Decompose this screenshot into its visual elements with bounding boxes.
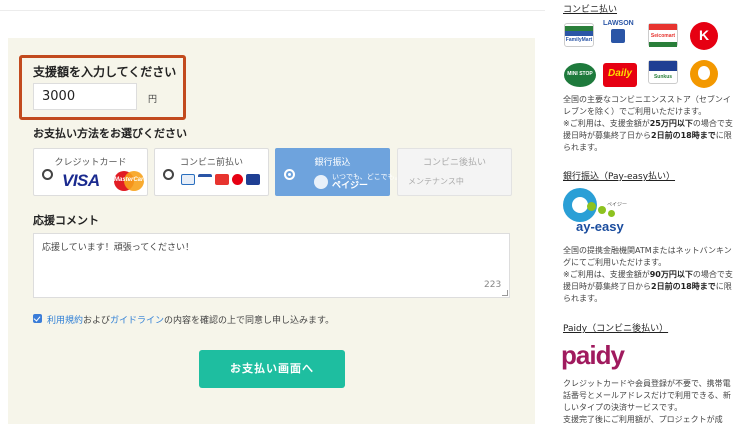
paidy-logo: paidy	[561, 340, 625, 370]
familymart-logo: FamilyMart	[564, 23, 594, 47]
amount-unit: 円	[148, 95, 158, 105]
amount-label: 支援額を入力してください	[33, 65, 177, 79]
credit-card-radio[interactable]	[42, 169, 53, 180]
credit-card-title: クレジットカード	[54, 158, 127, 168]
textarea-resize-handle[interactable]	[502, 290, 508, 296]
mastercard-logo: MasterCard	[114, 171, 147, 191]
guideline-link[interactable]: ガイドライン	[110, 316, 164, 326]
seicomart-logo: Seicomart	[648, 23, 678, 47]
agree-checkbox[interactable]	[33, 314, 42, 323]
sidebar-link-paidy[interactable]: Paidy（コンビニ後払い）	[563, 321, 668, 334]
sunkus-logo: Sunkus	[648, 60, 678, 84]
comment-char-counter: 223	[484, 280, 502, 290]
comment-textarea[interactable]: 応援しています！頑張ってください！	[33, 233, 510, 298]
comment-heading: 応援コメント	[33, 214, 99, 227]
payment-option-bank-transfer[interactable]: 銀行振込 いつでも、どこでも。 ペイジー	[275, 148, 402, 196]
payment-option-convenience-prepay[interactable]: コンビニ前払い	[154, 148, 269, 196]
convenience-prepay-radio[interactable]	[163, 169, 174, 180]
sidebar-link-payeasy[interactable]: 銀行振込（Pay-easy払い）	[563, 169, 675, 182]
maintenance-note: メンテナンス中	[408, 177, 464, 186]
lawson-logo: LAWSON	[603, 19, 634, 43]
convenience-prepay-title: コンビニ前払い	[179, 158, 243, 168]
convenience-store-logos	[181, 174, 260, 185]
amount-input[interactable]: 3000	[33, 83, 137, 110]
convenience-description: 全国の主要なコンビニエンスストア（セブンイレブンを除く）でご利用いただけます。 …	[563, 95, 733, 152]
ministop-logo: MINI STOP	[564, 63, 596, 87]
bank-transfer-radio[interactable]	[284, 169, 295, 180]
visa-logo: VISA	[62, 171, 100, 190]
top-divider	[0, 10, 545, 11]
terms-link[interactable]: 利用規約	[47, 316, 83, 326]
payeasy-description: 全国の提携金融機関ATMまたはネットバンキングにてご利用いただけます。 ※ご利用…	[563, 246, 733, 303]
daily-yamazaki-logo: Daily	[603, 63, 637, 87]
agree-text: 利用規約およびガイドラインの内容を確認の上で同意し申し込みます。	[47, 316, 335, 326]
convenience-postpay-title: コンビニ後払い	[422, 158, 486, 168]
submit-payment-button[interactable]: お支払い画面へ	[199, 350, 345, 388]
sidebar-link-convenience[interactable]: コンビニ払い	[563, 2, 617, 15]
payeasy-logo-small: いつでも、どこでも。 ペイジー	[314, 173, 402, 191]
payeasy-logo: ペイジー ay-easy	[563, 188, 633, 236]
circle-k-logo: K	[690, 22, 718, 50]
payment-option-convenience-postpay: コンビニ後払い メンテナンス中	[397, 148, 512, 196]
bank-transfer-title: 銀行振込	[314, 158, 351, 168]
payment-option-credit-card[interactable]: クレジットカード VISA MasterCard	[33, 148, 148, 196]
paidy-description: クレジットカードや会員登録が不要で、携帯電話番号とメールアドレスだけで利用できる…	[563, 379, 731, 424]
sunkus-circle-logo	[690, 60, 718, 88]
payment-method-heading: お支払い方法をお選びください	[33, 127, 187, 140]
